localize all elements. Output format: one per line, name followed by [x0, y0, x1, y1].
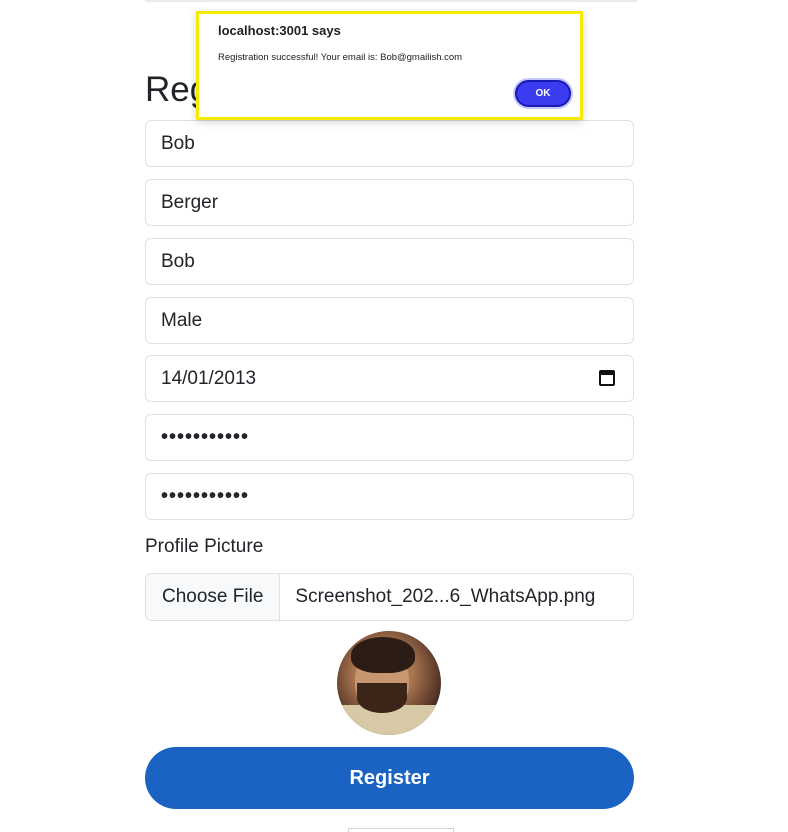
- register-button[interactable]: Register: [145, 747, 634, 809]
- last-name-input[interactable]: Berger: [145, 179, 634, 226]
- registration-page: Reg Bob Berger Bob Male 14/01/2013 •••••…: [0, 0, 788, 832]
- password-input[interactable]: •••••••••••: [145, 414, 634, 461]
- selected-file-name: Screenshot_202...6_WhatsApp.png: [295, 586, 596, 607]
- footer-fragment: [348, 828, 454, 832]
- dialog-message: Registration successful! Your email is: …: [218, 52, 463, 63]
- gender-input[interactable]: Male: [145, 297, 634, 344]
- first-name-input[interactable]: Bob: [145, 120, 634, 167]
- dialog-title: localhost:3001 says: [218, 23, 341, 38]
- alert-dialog: localhost:3001 says Registration success…: [196, 11, 583, 120]
- username-input[interactable]: Bob: [145, 238, 634, 285]
- profile-picture-preview: [337, 631, 441, 735]
- date-of-birth-value: 14/01/2013: [161, 367, 257, 389]
- header-divider: [145, 0, 637, 2]
- calendar-icon[interactable]: [599, 369, 615, 386]
- date-of-birth-input[interactable]: 14/01/2013: [145, 355, 634, 402]
- confirm-password-input[interactable]: •••••••••••: [145, 473, 634, 520]
- profile-picture-label: Profile Picture: [145, 536, 264, 557]
- dialog-ok-button[interactable]: OK: [515, 80, 571, 107]
- choose-file-button[interactable]: Choose File: [146, 574, 281, 620]
- profile-picture-file-input[interactable]: Choose File Screenshot_202...6_WhatsApp.…: [145, 573, 634, 621]
